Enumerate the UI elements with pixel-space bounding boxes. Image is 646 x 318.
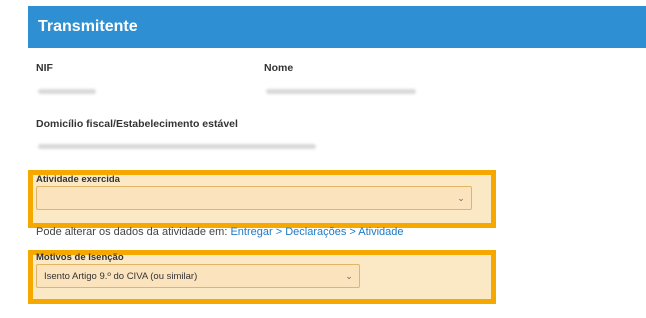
atividade-info-link[interactable]: Entregar > Declarações > Atividade (230, 226, 403, 238)
page: Transmitente NIF Nome Domicílio fiscal/E… (0, 0, 646, 318)
chevron-down-icon: ⌄ (345, 270, 353, 281)
atividade-info: Pode alterar os dados da atividade em: E… (36, 226, 404, 238)
nif-value-redacted (38, 89, 96, 94)
atividade-label: Atividade exercida (36, 174, 120, 185)
section-header: Transmitente (28, 6, 646, 48)
domicilio-value-redacted (38, 144, 316, 149)
isencao-select-value: Isento Artigo 9.º do CIVA (ou similar) (44, 270, 198, 282)
atividade-select[interactable]: ⌄ (36, 186, 472, 210)
isencao-select[interactable]: Isento Artigo 9.º do CIVA (ou similar) ⌄ (36, 264, 360, 288)
nome-label: Nome (264, 62, 294, 74)
chevron-down-icon: ⌄ (457, 192, 465, 203)
nome-value-redacted (266, 89, 416, 94)
isencao-label: Motivos de Isenção (36, 252, 124, 263)
domicilio-label: Domicílio fiscal/Estabelecimento estável (36, 118, 238, 130)
nif-label: NIF (36, 62, 53, 74)
section-title: Transmitente (38, 18, 138, 35)
atividade-info-text: Pode alterar os dados da atividade em: (36, 226, 231, 238)
